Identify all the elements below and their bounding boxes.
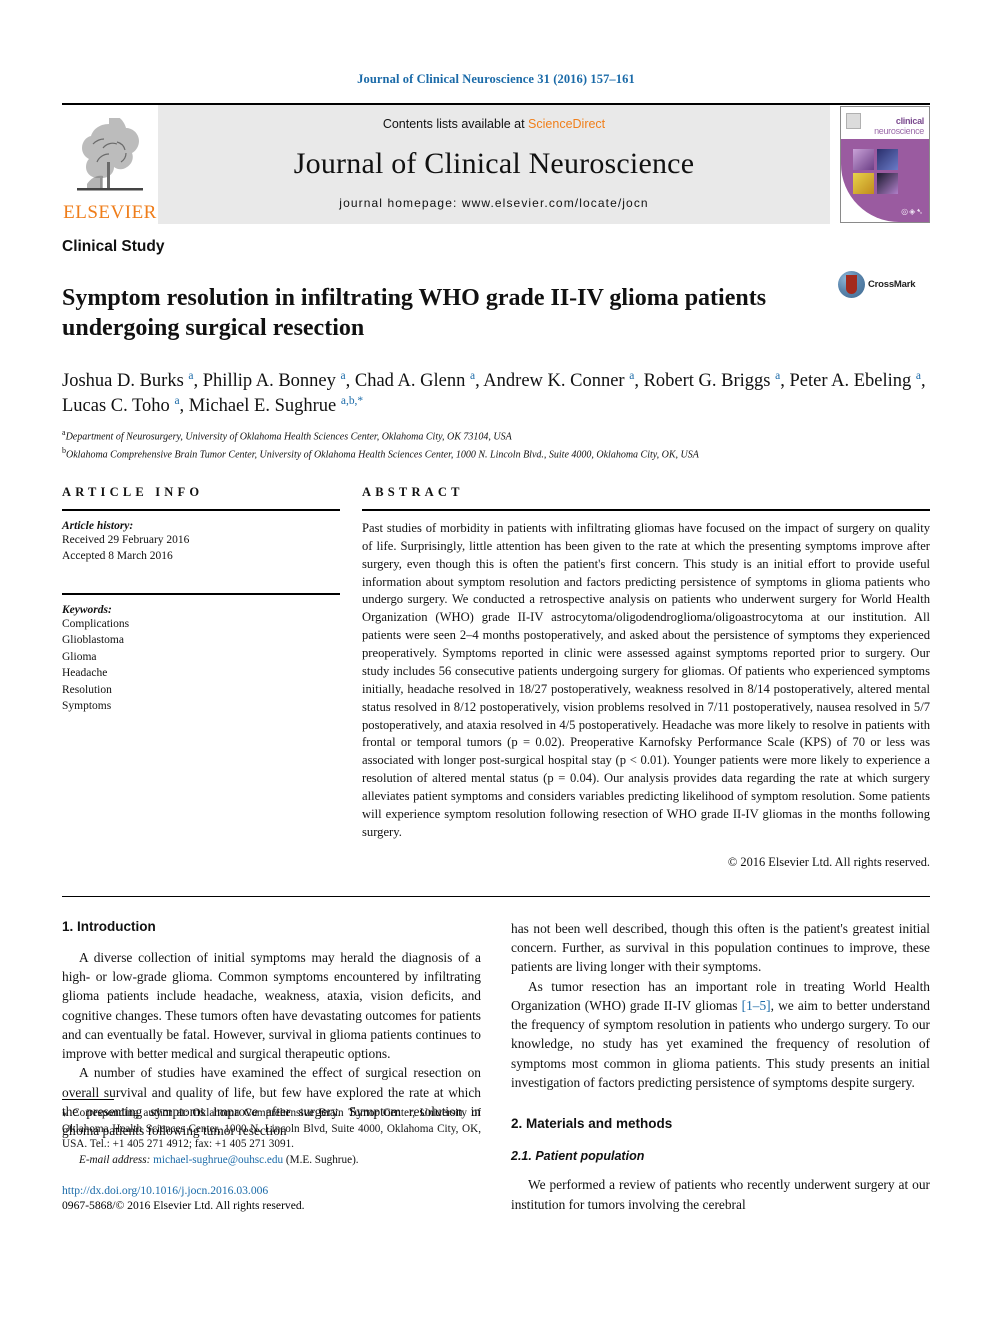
crossmark-label: CrossMark (868, 279, 916, 290)
masthead-right: clinical neuroscience ◎◈➷ (830, 105, 930, 224)
affiliation-a-text: Department of Neurosurgery, University o… (65, 430, 512, 442)
footnote-area: ⁎ Corresponding author at: Oklahoma Comp… (62, 1098, 481, 1214)
email-link[interactable]: michael-sughrue@ouhsc.edu (153, 1154, 283, 1166)
keyword-item: Symptoms (62, 700, 112, 713)
elsevier-logo: ELSEVIER (62, 105, 158, 224)
abstract-heading: ABSTRACT (362, 484, 464, 499)
body-column-left: 1. Introduction A diverse collection of … (62, 919, 481, 1214)
footnote-rule (62, 1098, 114, 1100)
running-head: Journal of Clinical Neuroscience 31 (201… (357, 72, 635, 86)
author-list: Joshua D. Burks a, Phillip A. Bonney a, … (62, 369, 926, 417)
intro-paragraph-1: A diverse collection of initial symptoms… (62, 949, 481, 1062)
section-heading-materials-methods: 2. Materials and methods (511, 1116, 673, 1132)
affiliations: aDepartment of Neurosurgery, University … (62, 427, 930, 463)
cover-image-3 (853, 173, 874, 194)
citation-link-1-5[interactable]: [1–5] (742, 998, 771, 1013)
abstract-column: ABSTRACT Past studies of morbidity in pa… (362, 485, 930, 870)
affiliation-b-text: Oklahoma Comprehensive Brain Tumor Cente… (66, 449, 699, 461)
doi-link[interactable]: http://dx.doi.org/10.1016/j.jocn.2016.03… (62, 1183, 481, 1199)
article-received-date: Received 29 February 2016 (62, 533, 190, 546)
abstract-rule (362, 508, 930, 511)
keyword-item: Headache (62, 667, 108, 680)
intro-paragraph-2-continued: has not been well described, though this… (511, 920, 930, 975)
keyword-item: Resolution (62, 683, 112, 696)
email-label: E-mail address: (79, 1153, 151, 1166)
title-row: Symptom resolution in infiltrating WHO g… (62, 267, 930, 360)
email-note: E-mail address: michael-sughrue@ouhsc.ed… (62, 1153, 481, 1169)
body-separator-rule (62, 895, 930, 897)
keyword-item: Glioblastoma (62, 634, 124, 647)
crossmark-badge-group[interactable]: CrossMark (838, 267, 930, 298)
journal-homepage-link[interactable]: journal homepage: www.elsevier.com/locat… (339, 196, 648, 210)
cover-publisher-marks: ◎◈➷ (901, 207, 924, 216)
keywords-label: Keywords: (62, 603, 112, 616)
contents-prefix: Contents lists available at (382, 117, 529, 131)
subsection-heading-patient-population: 2.1. Patient population (511, 1149, 645, 1164)
body-columns: 1. Introduction A diverse collection of … (62, 919, 930, 1214)
article-history-label: Article history: (62, 519, 134, 532)
contents-lists-line: Contents lists available at ScienceDirec… (383, 117, 605, 131)
article-info-rule (62, 508, 340, 511)
article-page: Journal of Clinical Neuroscience 31 (201… (0, 0, 992, 1323)
cover-badge-icon (846, 113, 861, 129)
cover-brand-line2: neuroscience (874, 126, 924, 136)
doi-block: http://dx.doi.org/10.1016/j.jocn.2016.03… (62, 1183, 481, 1214)
affiliation-a: aDepartment of Neurosurgery, University … (62, 427, 930, 445)
corresponding-author-text: Corresponding author at: Oklahoma Compre… (62, 1106, 481, 1151)
issn-copyright-line: 0967-5868/© 2016 Elsevier Ltd. All right… (62, 1199, 305, 1213)
crossmark-icon (838, 271, 865, 298)
email-suffix: (M.E. Sughrue). (283, 1153, 359, 1166)
info-abstract-block: ARTICLE INFO Article history: Received 2… (62, 485, 930, 870)
journal-cover-thumbnail: clinical neuroscience ◎◈➷ (840, 106, 930, 223)
copyright-line: © 2016 Elsevier Ltd. All rights reserved… (727, 854, 930, 869)
elsevier-wordmark: ELSEVIER (63, 202, 157, 223)
methods-paragraph-1: We performed a review of patients who re… (511, 1177, 930, 1212)
page-title: Symptom resolution in infiltrating WHO g… (62, 285, 767, 342)
keyword-item: Complications (62, 617, 130, 630)
elsevier-tree-icon (77, 118, 143, 191)
article-section-type: Clinical Study (62, 238, 165, 255)
cover-image-1 (853, 149, 874, 170)
affiliation-b: bOklahoma Comprehensive Brain Tumor Cent… (62, 445, 930, 463)
intro-paragraph-3: As tumor resection has an important role… (511, 977, 930, 1093)
cover-image-2 (877, 149, 898, 170)
masthead-center: Contents lists available at ScienceDirec… (158, 105, 830, 224)
keywords-block: Keywords: Complications Glioblastoma Gli… (62, 592, 340, 715)
article-info-column: ARTICLE INFO Article history: Received 2… (62, 485, 340, 870)
abstract-text: Past studies of morbidity in patients wi… (362, 520, 930, 839)
cover-image-4 (877, 173, 898, 194)
keywords-rule (62, 592, 340, 595)
article-info-heading: ARTICLE INFO (62, 484, 204, 499)
journal-title: Journal of Clinical Neuroscience (293, 146, 695, 180)
section-heading-introduction: 1. Introduction (62, 918, 156, 934)
article-accepted-date: Accepted 8 March 2016 (62, 550, 173, 563)
corresponding-author-note: ⁎ Corresponding author at: Oklahoma Comp… (62, 1106, 481, 1153)
keyword-item: Glioma (62, 650, 97, 663)
journal-masthead: ELSEVIER Contents lists available at Sci… (62, 103, 930, 224)
sciencedirect-link[interactable]: ScienceDirect (528, 117, 605, 131)
cover-image-grid (853, 149, 898, 194)
body-column-right: has not been well described, though this… (511, 919, 930, 1214)
cover-brand-line1: clinical (895, 116, 924, 126)
